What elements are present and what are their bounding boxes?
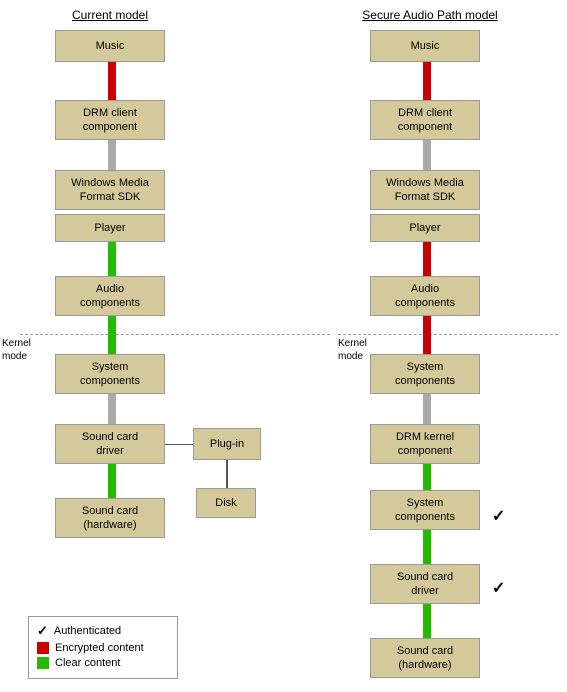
checkmark-legend-icon: ✓ [37, 623, 48, 639]
legend-authenticated: ✓ Authenticated [37, 623, 169, 639]
right-conn-gray-2 [423, 394, 431, 424]
left-drm-box: DRM clientcomponent [55, 100, 165, 140]
encrypted-swatch [37, 642, 49, 654]
right-conn-red-3 [423, 316, 431, 354]
clear-swatch [37, 657, 49, 669]
legend-clear: Clear content [37, 657, 169, 669]
left-conn-green-2 [108, 316, 116, 354]
right-schw-box: Sound card(hardware) [370, 638, 480, 678]
right-conn-red-2 [423, 242, 431, 276]
right-conn-green-3 [423, 604, 431, 638]
legend-encrypted: Encrypted content [37, 642, 169, 654]
left-conn-red-1 [108, 62, 116, 100]
right-kernel-label: Kernelmode [338, 337, 367, 363]
right-conn-green-1 [423, 464, 431, 490]
checkmark-2: ✓ [492, 578, 505, 598]
left-plugin-hline [165, 444, 193, 445]
legend-authenticated-label: Authenticated [54, 625, 121, 637]
left-schw-box: Sound card(hardware) [55, 498, 165, 538]
left-scdriver-box: Sound carddriver [55, 424, 165, 464]
right-player-box: Player [370, 214, 480, 242]
legend-encrypted-label: Encrypted content [55, 642, 144, 654]
left-kernel-label: Kernelmode [2, 337, 31, 363]
disk-box: Disk [196, 488, 256, 518]
right-wmfsdk-box: Windows MediaFormat SDK [370, 170, 480, 210]
left-music-box: Music [55, 30, 165, 62]
right-drmkernel-box: DRM kernelcomponent [370, 424, 480, 464]
left-conn-gray-1 [108, 140, 116, 170]
right-conn-gray-1 [423, 140, 431, 170]
right-conn-red-1 [423, 62, 431, 100]
left-conn-green-3 [108, 464, 116, 498]
left-conn-gray-2 [108, 394, 116, 424]
legend-clear-label: Clear content [55, 657, 120, 669]
left-kernel-line [20, 334, 330, 335]
page: Current model Secure Audio Path model Mu… [0, 0, 567, 692]
checkmark-1: ✓ [492, 506, 505, 526]
plugin-box: Plug-in [193, 428, 261, 460]
left-wmfsdk-box: Windows MediaFormat SDK [55, 170, 165, 210]
right-syscomp1-box: Systemcomponents [370, 354, 480, 394]
legend: ✓ Authenticated Encrypted content Clear … [28, 616, 178, 679]
right-scdriver-box: Sound carddriver [370, 564, 480, 604]
right-music-box: Music [370, 30, 480, 62]
right-audio-box: Audiocomponents [370, 276, 480, 316]
right-conn-green-2 [423, 530, 431, 564]
right-drm-box: DRM clientcomponent [370, 100, 480, 140]
left-title: Current model [55, 8, 165, 22]
right-syscomp2-box: Systemcomponents [370, 490, 480, 530]
plugin-down-line [226, 460, 228, 488]
right-kernel-line [338, 334, 558, 335]
left-conn-green-1 [108, 242, 116, 276]
left-audio-box: Audiocomponents [55, 276, 165, 316]
left-syscomp-box: Systemcomponents [55, 354, 165, 394]
right-title: Secure Audio Path model [350, 8, 510, 22]
left-player-box: Player [55, 214, 165, 242]
